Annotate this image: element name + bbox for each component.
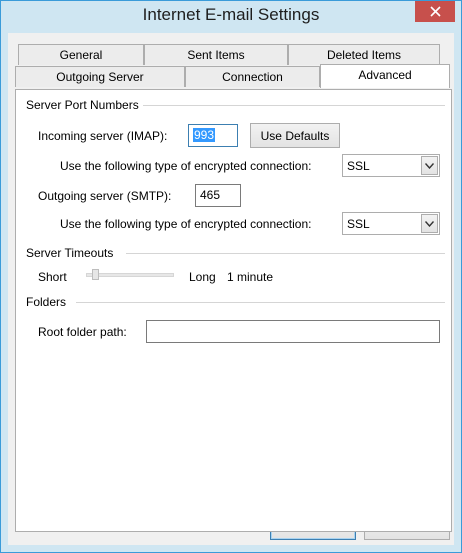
dialog-window: Internet E-mail Settings General Sent It…	[0, 0, 462, 553]
outgoing-port-input[interactable]: 465	[195, 184, 241, 207]
dialog-title: Internet E-mail Settings	[142, 5, 320, 24]
title-bar[interactable]: Internet E-mail Settings	[1, 1, 461, 33]
incoming-encryption-value: SSL	[347, 159, 370, 173]
folders-heading: Folders	[26, 295, 71, 309]
outgoing-encryption-label: Use the following type of encrypted conn…	[60, 217, 312, 231]
timeout-slider-thumb[interactable]	[91, 269, 99, 280]
incoming-encryption-select[interactable]: SSL	[342, 154, 440, 177]
timeout-value-text: 1 minute	[227, 270, 274, 284]
dropdown-button[interactable]	[421, 214, 438, 233]
server-timeouts-heading: Server Timeouts	[26, 246, 118, 260]
root-folder-label: Root folder path:	[38, 325, 127, 339]
timeout-long-label: Long	[189, 270, 216, 284]
chevron-down-icon	[425, 220, 434, 227]
group-divider	[136, 105, 445, 106]
outgoing-port-value: 465	[200, 188, 221, 202]
incoming-port-value: 993	[193, 128, 216, 142]
tab-connection[interactable]: Connection	[185, 66, 320, 87]
outgoing-encryption-select[interactable]: SSL	[342, 212, 440, 235]
tab-outgoing-server[interactable]: Outgoing Server	[15, 66, 185, 87]
tab-general[interactable]: General	[18, 44, 144, 65]
tab-advanced[interactable]: Advanced	[320, 64, 450, 88]
tab-deleted-items[interactable]: Deleted Items	[288, 44, 440, 65]
outgoing-encryption-value: SSL	[347, 217, 370, 231]
root-folder-input[interactable]	[146, 320, 440, 343]
incoming-encryption-label: Use the following type of encrypted conn…	[60, 159, 312, 173]
close-button[interactable]	[415, 1, 455, 22]
group-divider	[126, 253, 445, 254]
incoming-server-label: Incoming server (IMAP):	[38, 129, 168, 143]
outgoing-server-label: Outgoing server (SMTP):	[38, 189, 172, 203]
close-icon	[429, 6, 441, 17]
timeout-slider-track[interactable]	[86, 273, 174, 277]
group-divider	[76, 302, 445, 303]
timeout-short-label: Short	[38, 270, 67, 284]
dialog-client: General Sent Items Deleted Items Outgoin…	[8, 33, 454, 545]
use-defaults-button[interactable]: Use Defaults	[250, 123, 340, 148]
tab-sent-items[interactable]: Sent Items	[144, 44, 288, 65]
server-port-numbers-heading: Server Port Numbers	[26, 98, 143, 112]
dropdown-button[interactable]	[421, 156, 438, 175]
advanced-tab-panel: Server Port Numbers Incoming server (IMA…	[15, 89, 452, 532]
incoming-port-input[interactable]: 993	[188, 124, 238, 147]
chevron-down-icon	[425, 162, 434, 169]
